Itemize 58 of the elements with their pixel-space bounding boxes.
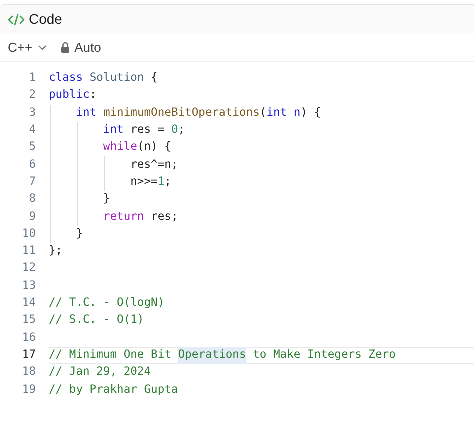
code-text: ; — [178, 122, 186, 138]
code-text: } — [76, 226, 84, 242]
code-text: (n) { — [137, 139, 172, 156]
keyword: int — [103, 122, 124, 138]
code-text: res^=n; — [130, 156, 178, 173]
line-number: 13 — [21, 278, 37, 294]
code-comment: // Jan 29, 2024 — [49, 364, 152, 380]
number-literal: 0 — [171, 122, 178, 138]
line-number: 10 — [21, 226, 37, 242]
keyword: int — [76, 104, 97, 121]
chevron-down-icon — [38, 44, 47, 50]
code-text: { — [150, 70, 158, 86]
code-text: ) { — [300, 104, 322, 121]
line-number: 12 — [21, 260, 37, 276]
code-comment: // Minimum One Bit — [49, 346, 172, 363]
code-comment: // by Prakhar Gupta — [49, 382, 178, 398]
line-number: 17 — [21, 346, 37, 363]
keyword: while — [103, 139, 138, 156]
line-number: 14 — [21, 295, 37, 312]
type-name: Solution — [90, 70, 144, 86]
line-number: 4 — [28, 122, 37, 138]
parameter: n — [294, 104, 301, 121]
keyword: public — [49, 87, 90, 104]
line-number: 5 — [28, 139, 37, 156]
code-text: ( — [260, 104, 267, 121]
code-comment: Operations — [178, 346, 246, 364]
line-number: 8 — [28, 191, 37, 208]
panel-title: Code — [29, 10, 62, 29]
number-literal: 1 — [158, 174, 165, 190]
line-number: 16 — [21, 330, 37, 346]
code-text: ; — [164, 174, 172, 190]
code-text: res; — [150, 208, 178, 225]
code-text: } — [103, 191, 110, 208]
code-icon — [8, 14, 25, 26]
keyword: return — [103, 208, 144, 225]
code-text: res = — [130, 122, 166, 138]
line-number: 19 — [21, 382, 37, 398]
code-comment: // S.C. - O(1) — [49, 312, 144, 328]
language-dropdown[interactable]: C++ — [8, 38, 47, 58]
line-number: 7 — [28, 174, 37, 190]
line-number: 2 — [28, 87, 37, 104]
mode-label: Auto — [74, 38, 102, 57]
line-number: 1 — [28, 70, 37, 86]
lock-icon — [60, 42, 70, 53]
code-text: n>>= — [130, 174, 158, 190]
line-number: 6 — [28, 156, 37, 173]
code-comment: // T.C. - O(logN) — [49, 295, 165, 312]
line-number: 15 — [21, 312, 37, 328]
keyword: int — [266, 104, 288, 121]
code-comment: to Make Integers Zero — [253, 346, 396, 363]
keyword: class — [49, 70, 84, 86]
line-number: 18 — [21, 364, 37, 380]
line-number: 3 — [28, 104, 37, 121]
function-name: minimumOneBitOperations — [103, 104, 260, 121]
code-text: }; — [49, 243, 63, 260]
code-text: : — [90, 87, 97, 104]
line-number: 9 — [28, 208, 37, 225]
line-number: 11 — [21, 243, 37, 260]
